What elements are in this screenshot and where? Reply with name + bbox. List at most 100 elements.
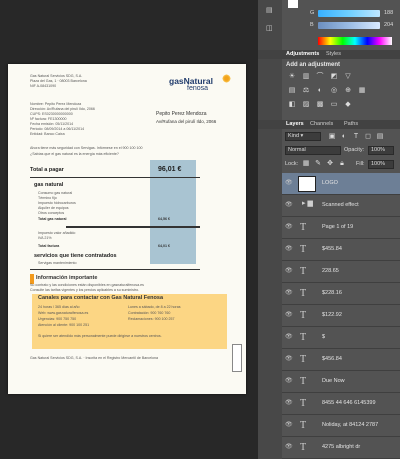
layer-name[interactable]: LOGO	[322, 180, 338, 186]
client-details: Nº factura: FE1300000	[30, 117, 67, 121]
document-canvas[interactable]: Gas Natural Servicios SDG, S.A. Plaza de…	[0, 0, 258, 459]
layer-row[interactable]: 👁︎ T 4275 albright dr	[282, 437, 400, 459]
layer-name[interactable]: Scanned effect	[322, 202, 359, 208]
lock-move-icon[interactable]: ✥	[326, 160, 334, 168]
layer-name[interactable]: 228.65	[322, 268, 339, 274]
tab-paths[interactable]: Paths	[344, 121, 358, 127]
opacity-label: Opacity:	[344, 147, 365, 153]
layer-row[interactable]: 👁︎ T Due Now	[282, 371, 400, 393]
color-ramp[interactable]	[318, 37, 392, 45]
visibility-eye-icon[interactable]: 👁︎	[285, 444, 293, 450]
layer-name[interactable]: 8455 44 646 6145399	[322, 400, 376, 406]
channel-mixer-icon[interactable]: ⊕	[344, 87, 352, 95]
layer-name[interactable]: $	[322, 334, 325, 340]
blend-mode-select[interactable]: Normal	[285, 146, 341, 155]
palette-icon[interactable]: ◫	[266, 24, 273, 32]
layer-name[interactable]: $122.92	[322, 312, 342, 318]
brightness-icon[interactable]: ☀	[288, 73, 296, 81]
visibility-eye-icon[interactable]: 👁︎	[285, 290, 293, 296]
brand-logo-mark	[222, 74, 231, 83]
layer-name[interactable]: Page 1 of 19	[322, 224, 353, 230]
visibility-eye-icon[interactable]: 👁︎	[285, 356, 293, 362]
divider	[66, 226, 200, 228]
layer-name[interactable]: Noliday, at 84124 2787	[322, 422, 378, 428]
visibility-eye-icon[interactable]: 👁︎	[285, 202, 293, 208]
highlight-column	[150, 160, 196, 264]
gas-line: Alquiler de equipos	[38, 206, 69, 210]
bw-icon[interactable]: ◐	[316, 87, 324, 95]
color-lookup-icon[interactable]: ▦	[358, 87, 366, 95]
layer-name[interactable]: $456.84	[322, 356, 342, 362]
layer-name[interactable]: $228.16	[322, 290, 342, 296]
curves-icon[interactable]: ⌒	[316, 73, 324, 81]
layer-row[interactable]: 👁︎ T $	[282, 327, 400, 349]
layer-row[interactable]: 👁︎ T $455.84	[282, 239, 400, 261]
folder-icon[interactable]: ▸ ▆	[302, 199, 313, 207]
background-swatch[interactable]	[288, 0, 298, 8]
visibility-eye-icon[interactable]: 👁︎	[285, 400, 293, 406]
invert-icon[interactable]: ◧	[288, 101, 296, 109]
vibrance-icon[interactable]: ▽	[344, 73, 352, 81]
selective-color-icon[interactable]: ◆	[344, 101, 352, 109]
layer-row[interactable]: 👁︎ T Noliday, at 84124 2787	[282, 415, 400, 437]
tab-adjustments[interactable]: Adjustments	[286, 51, 319, 57]
gas-subtotal: 64,56 €	[158, 217, 170, 221]
gradient-map-icon[interactable]: ▭	[330, 101, 338, 109]
fill-input[interactable]: 100%	[368, 160, 394, 169]
filter-smart-icon[interactable]: ▤	[376, 133, 384, 141]
visibility-eye-icon[interactable]: 👁︎	[285, 312, 293, 318]
balance-icon[interactable]: ⚖	[302, 87, 310, 95]
info-text: Consulte las tarifas vigentes y los prec…	[30, 288, 140, 292]
visibility-eye-icon[interactable]: 👁︎	[285, 180, 293, 186]
layer-row[interactable]: 👁︎ T $456.84	[282, 349, 400, 371]
section-channels-title: Canales para contactar con Gas Natural F…	[38, 295, 164, 301]
lock-all-icon[interactable]: 🔒︎	[338, 160, 346, 168]
layer-row[interactable]: 👁︎ T 228.65	[282, 261, 400, 283]
tab-styles[interactable]: Styles	[326, 51, 341, 57]
layer-row[interactable]: 👁︎ LOGO	[282, 173, 400, 195]
filter-shape-icon[interactable]: ◻	[364, 133, 372, 141]
layer-row[interactable]: 👁︎ T $122.92	[282, 305, 400, 327]
layer-name[interactable]: 4275 albright dr	[322, 444, 360, 450]
section-services-title: servicios que tiene contratados	[34, 253, 117, 259]
layer-name[interactable]: Due Now	[322, 378, 345, 384]
exposure-icon[interactable]: ◩	[330, 73, 338, 81]
filter-type-icon[interactable]: T	[352, 133, 360, 141]
visibility-eye-icon[interactable]: 👁︎	[285, 268, 293, 274]
filter-pixel-icon[interactable]: ▣	[328, 133, 336, 141]
photoshop-window: Gas Natural Servicios SDG, S.A. Plaza de…	[0, 0, 400, 459]
company-header-text: Plaza del Gas, 1 · 08003 Barcelona	[30, 79, 87, 83]
visibility-eye-icon[interactable]: 👁︎	[285, 224, 293, 230]
photo-filter-icon[interactable]: ◎	[330, 87, 338, 95]
layer-row[interactable]: 👁︎ T 8455 44 646 6145399	[282, 393, 400, 415]
visibility-eye-icon[interactable]: 👁︎	[285, 422, 293, 428]
opacity-input[interactable]: 100%	[368, 146, 394, 155]
invoice-document[interactable]: Gas Natural Servicios SDG, S.A. Plaza de…	[8, 64, 246, 394]
lock-transparent-icon[interactable]: ▦	[302, 160, 310, 168]
levels-icon[interactable]: ▥	[302, 73, 310, 81]
text-layer-icon: T	[300, 420, 307, 431]
layer-row[interactable]: 👁︎ T Page 1 of 19	[282, 217, 400, 239]
layer-row[interactable]: 👁︎ T $228.16	[282, 283, 400, 305]
channel-slider-b[interactable]	[318, 22, 380, 29]
visibility-eye-icon[interactable]: 👁︎	[285, 378, 293, 384]
text-layer-icon: T	[300, 442, 307, 453]
tab-layers[interactable]: Layers	[286, 121, 304, 127]
visibility-eye-icon[interactable]: 👁︎	[285, 246, 293, 252]
posterize-icon[interactable]: ▨	[302, 101, 310, 109]
filter-adjust-icon[interactable]: ◐	[340, 133, 348, 141]
lock-label: Lock:	[285, 161, 299, 167]
arrange-icon[interactable]: ▤	[266, 6, 273, 14]
tab-channels[interactable]: Channels	[310, 121, 333, 127]
layer-name[interactable]: $455.84	[322, 246, 342, 252]
lock-paint-icon[interactable]: ✎	[314, 160, 322, 168]
layer-filter-select[interactable]: Kind ▾	[285, 132, 321, 141]
text-layer-icon: T	[300, 244, 307, 255]
channel-slider-g[interactable]	[318, 10, 380, 17]
hue-icon[interactable]: ▤	[288, 87, 296, 95]
visibility-eye-icon[interactable]: 👁︎	[285, 334, 293, 340]
threshold-icon[interactable]: ▩	[316, 101, 324, 109]
channel-value[interactable]: 188	[384, 10, 393, 16]
layer-row[interactable]: 👁︎ ▸ ▆ Scanned effect	[282, 195, 400, 217]
channel-value[interactable]: 204	[384, 22, 393, 28]
